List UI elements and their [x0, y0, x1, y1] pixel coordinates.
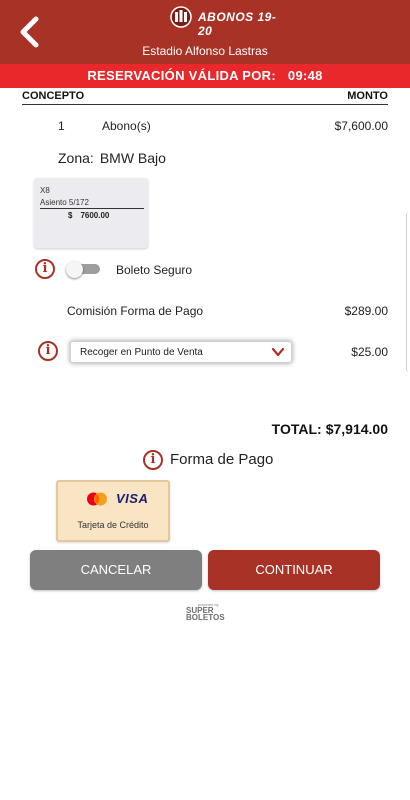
app-logo: ABONOS 19-20: [168, 6, 282, 38]
venue-name: Estadio Alfonso Lastras: [142, 44, 268, 58]
stadium-logo-icon: [170, 6, 192, 28]
seguro-label: Boleto Seguro: [116, 263, 193, 277]
seat-number: Asiento 5/172: [40, 198, 89, 207]
chevron-down-icon: [271, 347, 285, 357]
seat-price: $7600.00: [68, 211, 109, 220]
powered-by-logo: powered by SUPER BOLETOS: [186, 602, 228, 622]
seat-price-value: 7600.00: [80, 211, 110, 220]
total-value: $7,914.00: [325, 421, 388, 437]
continue-button[interactable]: CONTINUAR: [208, 550, 380, 590]
reservation-timer-bar: RESERVACIÓN VÁLIDA POR: 09:48: [0, 64, 410, 88]
seat-row: X8: [40, 186, 50, 195]
total-label: TOTAL:: [271, 421, 322, 437]
column-header-concept: CONCEPTO: [22, 90, 85, 102]
superboletos-logo: SUPER BOLETOS: [186, 607, 225, 622]
seat-currency: $: [68, 211, 73, 220]
scrollbar[interactable]: [406, 212, 410, 372]
credit-card-label: Tarjeta de Crédito: [77, 520, 149, 530]
seat-divider: [40, 208, 144, 209]
timer-label: RESERVACIÓN VÁLIDA POR:: [87, 68, 276, 83]
visa-icon: VISA: [116, 491, 149, 506]
logo-text: ABONOS 19-20: [198, 10, 277, 38]
delivery-amount: $25.00: [351, 345, 388, 359]
delivery-info-icon[interactable]: i: [38, 341, 58, 361]
mastercard-icon: [87, 492, 107, 506]
payment-method-title: Forma de Pago: [170, 451, 274, 468]
toggle-knob: [66, 261, 83, 278]
column-header-amount: MONTO: [347, 90, 388, 102]
app-header: ABONOS 19-20 Estadio Alfonso Lastras: [0, 0, 410, 64]
payment-fee-amount: $289.00: [344, 304, 388, 318]
order-total: TOTAL: $7,914.00: [272, 421, 388, 437]
seguro-toggle[interactable]: [66, 261, 100, 278]
row-quantity: 1: [58, 119, 65, 133]
cancel-button[interactable]: CANCELAR: [30, 550, 202, 590]
brand-line-2: BOLETOS: [186, 613, 225, 622]
payment-fee-label: Comisión Forma de Pago: [67, 304, 204, 318]
row-concept: Abono(s): [102, 119, 151, 133]
zone-label: Zona:: [58, 150, 94, 166]
seat-card: X8 Asiento 5/172 $7600.00: [34, 178, 148, 248]
delivery-selected-value: Recoger en Punto de Venta: [80, 347, 203, 358]
payment-info-icon[interactable]: i: [143, 450, 163, 470]
zone-value: BMW Bajo: [99, 150, 166, 166]
zone-info: Zona: BMW Bajo: [58, 150, 166, 166]
row-amount: $7,600.00: [334, 119, 388, 133]
credit-card-option[interactable]: VISA Tarjeta de Crédito: [56, 480, 170, 542]
timer-value: 09:48: [287, 68, 323, 83]
delivery-method-select[interactable]: Recoger en Punto de Venta: [70, 341, 292, 363]
header-divider: [22, 104, 388, 105]
seguro-info-icon[interactable]: i: [35, 259, 55, 279]
